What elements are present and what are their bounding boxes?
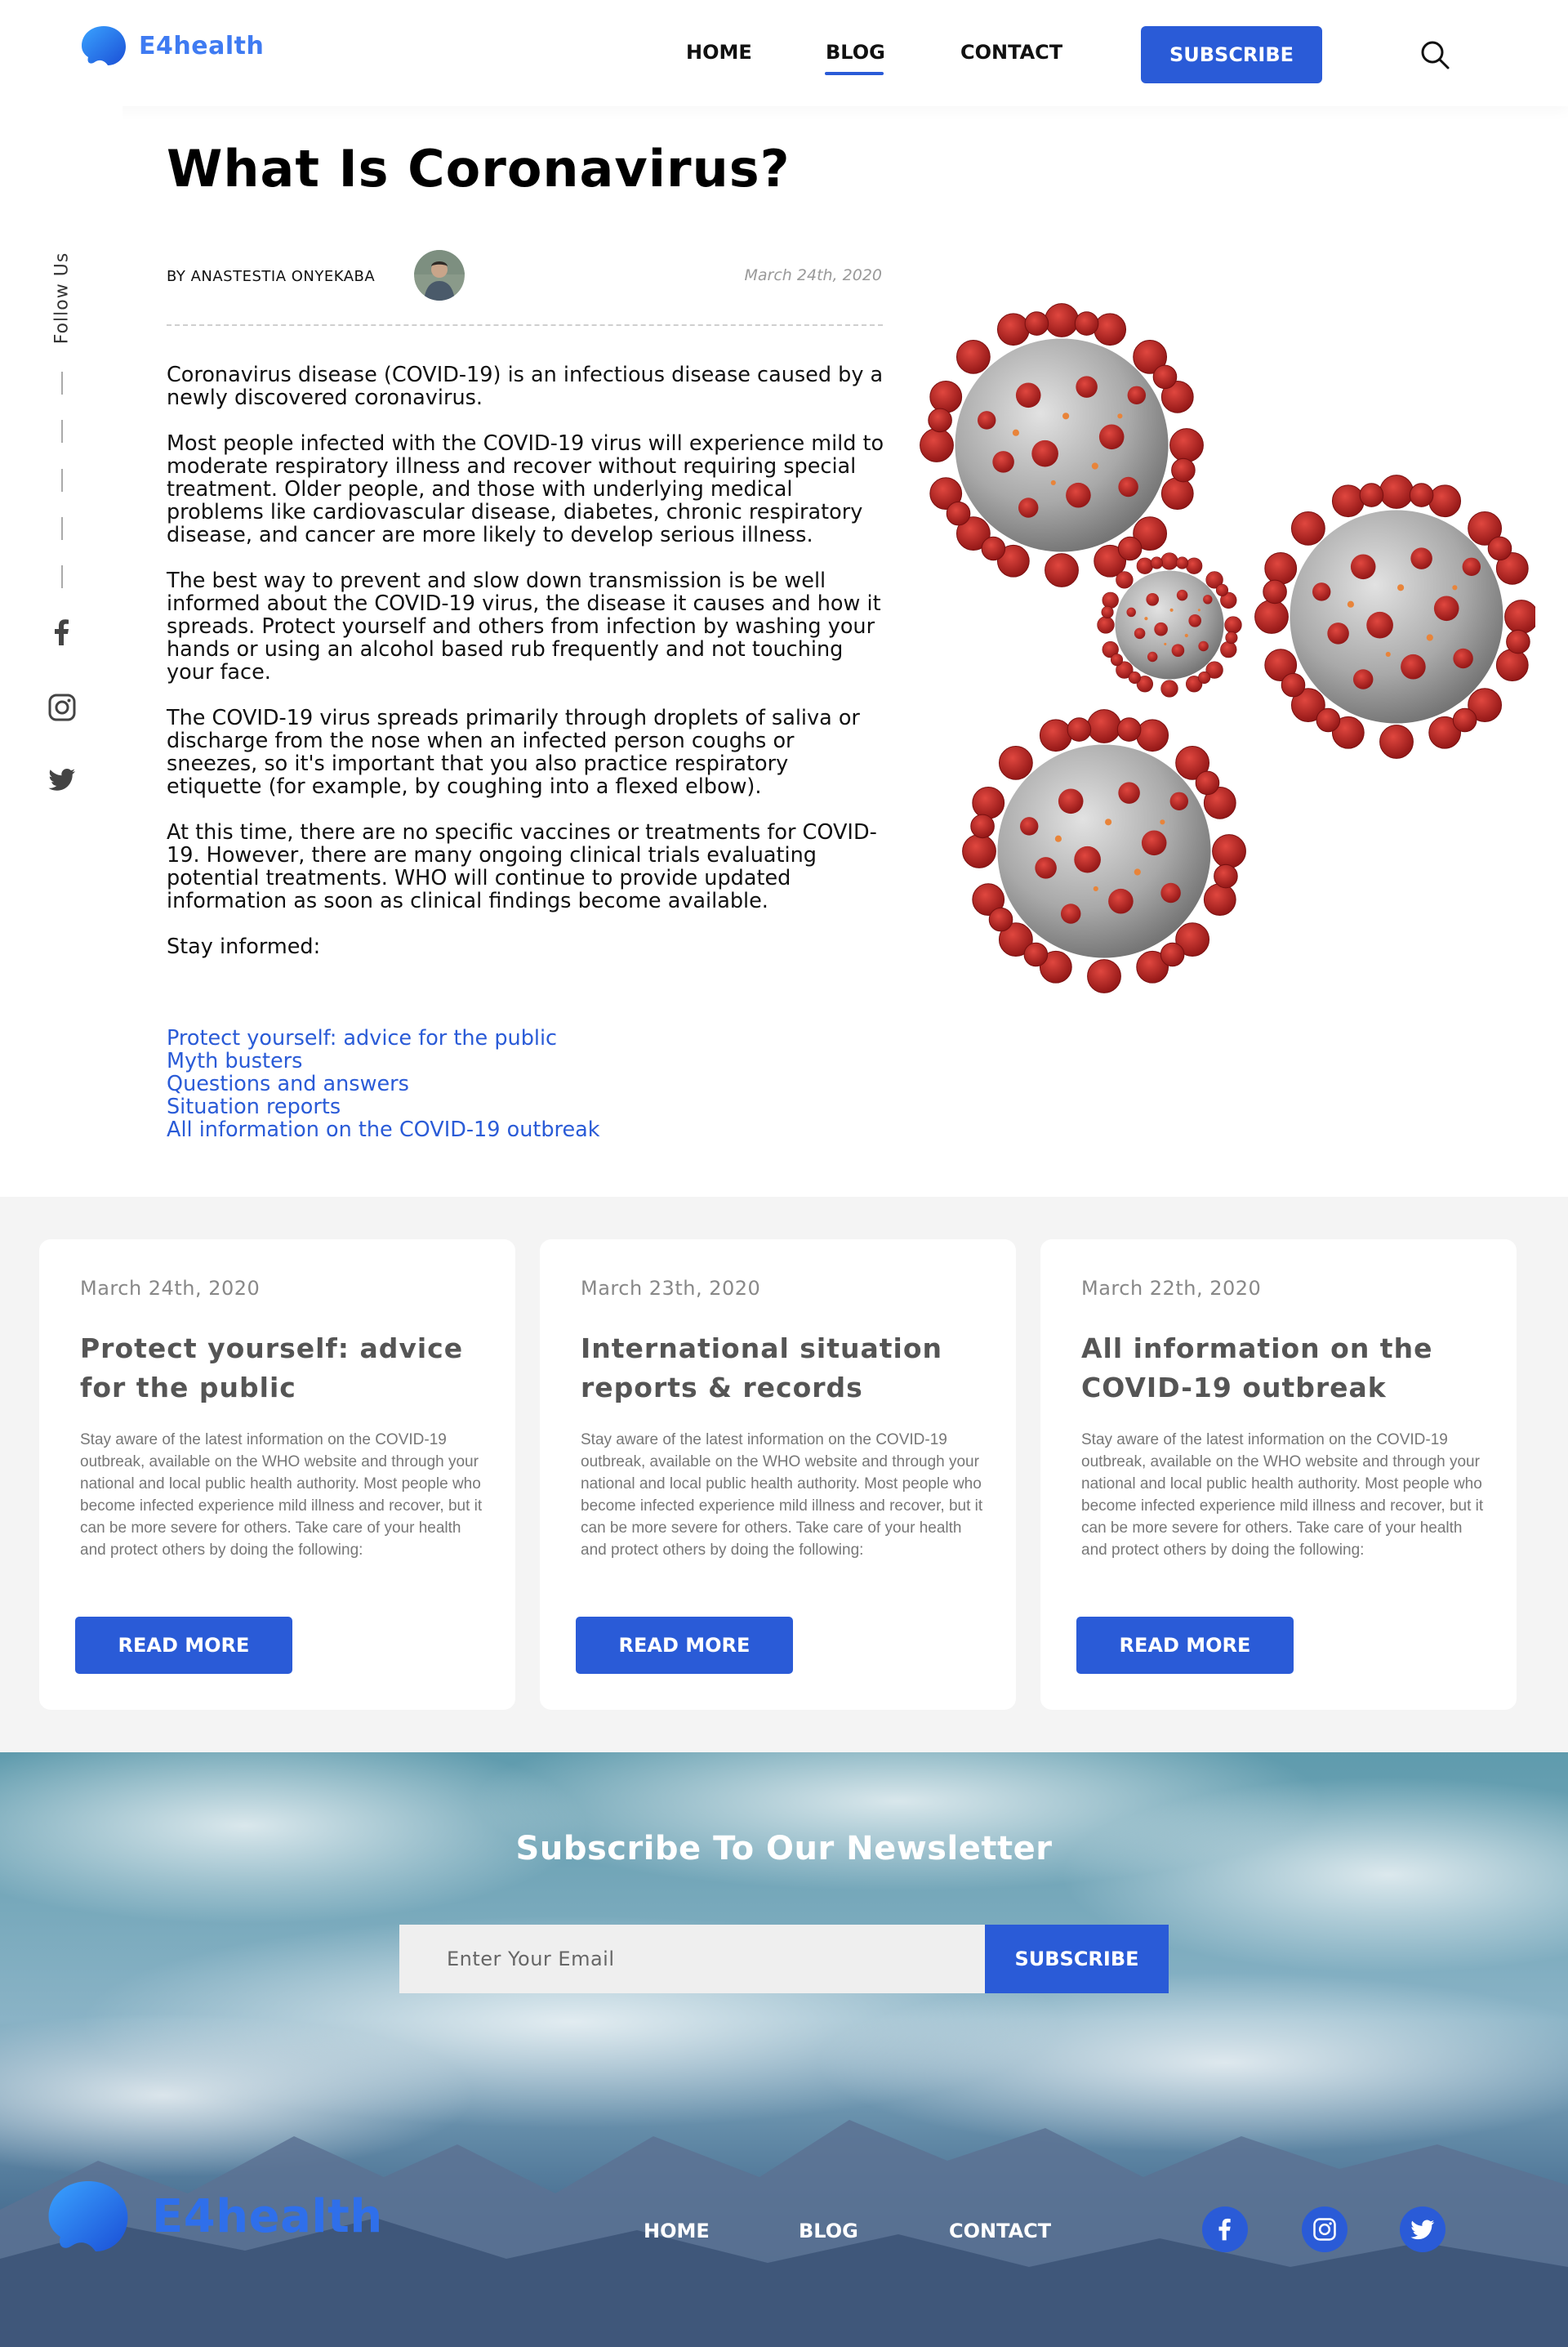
link-myth-busters[interactable]: Myth busters xyxy=(167,1050,600,1073)
author-avatar[interactable] xyxy=(414,250,465,301)
link-protect-yourself[interactable]: Protect yourself: advice for the public xyxy=(167,1027,600,1050)
rail-divider xyxy=(61,420,63,443)
card-excerpt: Stay aware of the latest information on … xyxy=(581,1431,983,1559)
read-more-button[interactable]: READ MORE xyxy=(1076,1617,1294,1674)
nav-contact[interactable]: CONTACT xyxy=(960,41,1062,64)
nav-active-indicator xyxy=(825,72,884,75)
card-date: March 23th, 2020 xyxy=(581,1277,761,1300)
newsletter-subscribe-button[interactable]: SUBSCRIBE xyxy=(985,1925,1169,1993)
article-links: Protect yourself: advice for the public … xyxy=(167,1027,600,1141)
article-divider xyxy=(167,324,883,326)
article-body: Coronavirus disease (COVID-19) is an inf… xyxy=(167,364,885,981)
footer-brand-name: E4health xyxy=(152,2189,383,2243)
footer-instagram-button[interactable] xyxy=(1302,2206,1348,2252)
card-title[interactable]: International situation reports & record… xyxy=(581,1329,989,1408)
read-more-button[interactable]: READ MORE xyxy=(75,1617,292,1674)
subscribe-button[interactable]: SUBSCRIBE xyxy=(1141,26,1322,83)
footer-nav-home[interactable]: HOME xyxy=(644,2220,710,2242)
card-date: March 22th, 2020 xyxy=(1081,1277,1262,1300)
read-more-button[interactable]: READ MORE xyxy=(576,1617,793,1674)
post-card: March 23th, 2020 International situation… xyxy=(540,1239,1016,1710)
instagram-icon[interactable] xyxy=(47,693,77,722)
link-all-information[interactable]: All information on the COVID-19 outbreak xyxy=(167,1118,600,1141)
nav-home[interactable]: HOME xyxy=(686,41,752,64)
rail-divider xyxy=(61,372,63,395)
newsletter-title: Subscribe To Our Newsletter xyxy=(515,1830,1053,1867)
logo-icon xyxy=(82,26,126,65)
footer-twitter-button[interactable] xyxy=(1400,2206,1446,2252)
link-questions-answers[interactable]: Questions and answers xyxy=(167,1073,600,1095)
twitter-icon[interactable] xyxy=(47,765,77,794)
link-situation-reports[interactable]: Situation reports xyxy=(167,1095,600,1118)
card-excerpt: Stay aware of the latest information on … xyxy=(80,1431,483,1559)
rail-divider xyxy=(61,469,63,492)
article-paragraph: The COVID-19 virus spreads primarily thr… xyxy=(167,706,860,799)
footer-brand-logo[interactable]: E4health xyxy=(46,2177,383,2256)
facebook-icon[interactable] xyxy=(47,618,77,647)
coronavirus-illustration xyxy=(920,303,1535,993)
article-paragraph: At this time, there are no specific vacc… xyxy=(167,820,877,913)
related-posts-section: March 24th, 2020 Protect yourself: advic… xyxy=(0,1197,1568,1752)
follow-us-text: Follow Us xyxy=(51,252,73,345)
newsletter-footer: Subscribe To Our Newsletter SUBSCRIBE E4… xyxy=(0,1752,1568,2347)
article-title: What Is Coronavirus? xyxy=(167,139,791,199)
newsletter-email-input[interactable] xyxy=(399,1925,985,1993)
logo-icon xyxy=(48,2180,128,2252)
rail-divider xyxy=(61,517,63,540)
footer-nav-contact[interactable]: CONTACT xyxy=(949,2220,1051,2242)
search-icon[interactable] xyxy=(1419,39,1450,70)
footer-facebook-button[interactable] xyxy=(1202,2206,1248,2252)
card-title[interactable]: All information on the COVID-19 outbreak xyxy=(1081,1329,1490,1408)
facebook-icon xyxy=(1218,2218,1231,2241)
nav-blog[interactable]: BLOG xyxy=(826,41,885,64)
article-date: March 24th, 2020 xyxy=(744,266,882,284)
article-paragraph: Coronavirus disease (COVID-19) is an inf… xyxy=(167,363,884,410)
footer-nav-blog[interactable]: BLOG xyxy=(799,2220,858,2242)
follow-us-label: Follow Us xyxy=(49,249,75,347)
article-paragraph: The best way to prevent and slow down tr… xyxy=(167,569,881,685)
card-date: March 24th, 2020 xyxy=(80,1277,261,1300)
article-paragraph: Most people infected with the COVID-19 v… xyxy=(167,431,884,547)
card-title[interactable]: Protect yourself: advice for the public xyxy=(80,1329,488,1408)
rail-divider xyxy=(61,565,63,588)
twitter-icon xyxy=(1410,2220,1435,2240)
site-header: E4health HOME BLOG CONTACT SUBSCRIBE xyxy=(0,0,1568,106)
card-excerpt: Stay aware of the latest information on … xyxy=(1081,1431,1484,1559)
article-author[interactable]: BY ANASTESTIA ONYEKABA xyxy=(167,268,375,285)
post-card: March 22th, 2020 All information on the … xyxy=(1040,1239,1517,1710)
post-card: March 24th, 2020 Protect yourself: advic… xyxy=(39,1239,515,1710)
stay-informed-label: Stay informed: xyxy=(167,935,321,959)
brand-name: E4health xyxy=(139,31,265,60)
brand-logo[interactable]: E4health xyxy=(80,25,264,67)
instagram-icon xyxy=(1313,2218,1336,2241)
